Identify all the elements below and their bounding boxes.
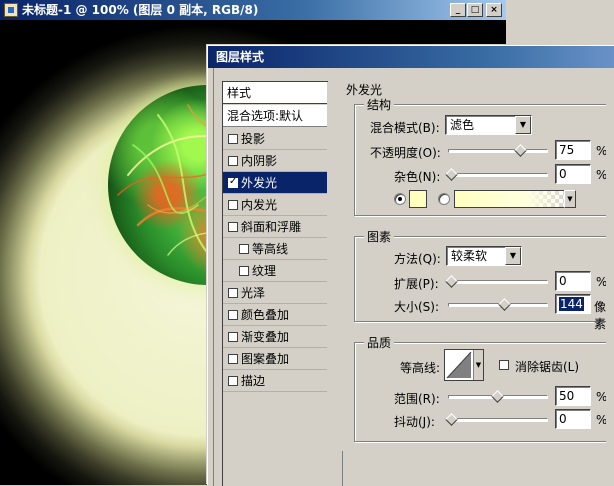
contour-picker[interactable]: ▼ (444, 349, 484, 381)
gradient-dropdown-icon[interactable]: ▼ (564, 190, 576, 208)
style-checkbox[interactable] (228, 222, 238, 232)
jitter-slider-track[interactable] (448, 418, 548, 422)
style-item-label: 渐变叠加 (241, 330, 290, 344)
style-item[interactable]: 描边 (223, 370, 327, 392)
size-input[interactable]: 144 (555, 294, 591, 314)
spread-input[interactable]: 0 (555, 271, 591, 291)
method-select[interactable]: 较柔软 ▼ (446, 246, 522, 266)
styles-header[interactable]: 样式 (223, 82, 327, 104)
dialog-right-edge (606, 68, 614, 486)
style-item[interactable]: 斜面和浮雕 (223, 216, 327, 238)
style-checkbox[interactable] (228, 156, 238, 166)
style-item-label: 颜色叠加 (241, 308, 290, 322)
style-item[interactable]: 图案叠加 (223, 348, 327, 370)
style-item[interactable]: 投影 (223, 128, 327, 150)
style-checkbox[interactable] (228, 134, 238, 144)
style-item[interactable]: 等高线 (223, 238, 327, 260)
range-label: 范围(R): (394, 392, 440, 406)
style-checkbox[interactable] (239, 266, 249, 276)
document-title: 未标题-1 @ 100% (图层 0 副本, RGB/8) (22, 3, 259, 17)
maximize-button[interactable]: □ (467, 3, 483, 17)
opacity-input[interactable]: 75 (555, 140, 591, 160)
contour-label: 等高线: (400, 361, 441, 375)
style-item[interactable]: 光泽 (223, 282, 327, 304)
style-item-label: 内阴影 (241, 154, 278, 168)
document-titlebar[interactable]: 未标题-1 @ 100% (图层 0 副本, RGB/8) _ □ × (0, 0, 506, 20)
chevron-down-icon: ▼ (473, 350, 483, 380)
style-item-label: 斜面和浮雕 (241, 220, 302, 234)
style-checkbox[interactable] (228, 332, 238, 342)
style-checkbox[interactable] (228, 354, 238, 364)
dialog-title: 图层样式 (216, 50, 265, 64)
antialias-checkbox[interactable] (499, 360, 509, 370)
style-item-label: 纹理 (252, 264, 277, 278)
noise-label: 杂色(N): (394, 170, 441, 184)
method-value: 较柔软 (451, 249, 488, 263)
opacity-label: 不透明度(O): (370, 146, 441, 160)
opacity-slider-track[interactable] (448, 149, 548, 153)
gradient-radio[interactable] (438, 193, 450, 205)
style-item[interactable]: 外发光 (223, 172, 327, 194)
size-label: 大小(S): (394, 300, 440, 314)
range-input[interactable]: 50 (555, 386, 591, 406)
style-item[interactable]: 内发光 (223, 194, 327, 216)
glow-color-swatch[interactable] (409, 190, 427, 208)
photoshop-document-icon (4, 3, 18, 17)
blend-mode-select[interactable]: 滤色 ▼ (445, 115, 532, 135)
style-item-label: 内发光 (241, 198, 278, 212)
minimize-button[interactable]: _ (450, 3, 466, 17)
dialog-titlebar[interactable]: 图层样式 (208, 46, 614, 68)
solid-color-radio[interactable] (394, 193, 406, 205)
chevron-down-icon: ▼ (505, 247, 521, 265)
style-item-label: 投影 (241, 132, 266, 146)
method-label: 方法(Q): (394, 252, 441, 266)
style-item[interactable]: 内阴影 (223, 150, 327, 172)
spread-label: 扩展(P): (394, 277, 439, 291)
style-item-label: 外发光 (241, 176, 278, 190)
quality-title: 品质 (364, 334, 395, 351)
style-item-label: 图案叠加 (241, 352, 290, 366)
style-item-label: 描边 (241, 374, 266, 388)
elements-title: 图素 (364, 228, 395, 245)
style-item[interactable]: 渐变叠加 (223, 326, 327, 348)
blend-mode-value: 滤色 (450, 118, 475, 132)
contour-linear-icon (446, 351, 472, 379)
style-item[interactable]: 纹理 (223, 260, 327, 282)
blend-mode-label: 混合模式(B): (370, 121, 440, 135)
structure-title: 结构 (364, 96, 395, 113)
chevron-down-icon: ▼ (515, 116, 531, 134)
style-checkbox[interactable] (228, 175, 238, 189)
noise-slider-track[interactable] (448, 173, 548, 177)
blending-options-item[interactable]: 混合选项:默认 (223, 105, 327, 127)
dialog-border (208, 68, 214, 486)
style-item-label: 光泽 (241, 286, 266, 300)
styles-list: 样式 混合选项:默认 投影内阴影外发光内发光斜面和浮雕等高线纹理光泽颜色叠加渐变… (222, 81, 328, 486)
gradient-preview[interactable] (454, 190, 576, 208)
antialias-label[interactable]: 消除锯齿(L) (515, 358, 579, 375)
spread-slider-track[interactable] (448, 280, 548, 284)
style-item[interactable]: 颜色叠加 (223, 304, 327, 326)
style-checkbox[interactable] (228, 200, 238, 210)
style-checkbox[interactable] (228, 310, 238, 320)
layer-style-dialog: 图层样式 样式 混合选项:默认 投影内阴影外发光内发光斜面和浮雕等高线纹理光泽颜… (207, 45, 614, 486)
style-checkbox[interactable] (239, 244, 249, 254)
style-checkbox[interactable] (228, 288, 238, 298)
jitter-label: 抖动(J): (394, 415, 435, 429)
noise-input[interactable]: 0 (555, 164, 591, 184)
style-checkbox[interactable] (228, 376, 238, 386)
jitter-input[interactable]: 0 (555, 409, 591, 429)
panel-divider (342, 451, 343, 486)
style-item-label: 等高线 (252, 242, 289, 256)
close-button[interactable]: × (486, 3, 502, 17)
size-value: 144 (559, 297, 584, 311)
